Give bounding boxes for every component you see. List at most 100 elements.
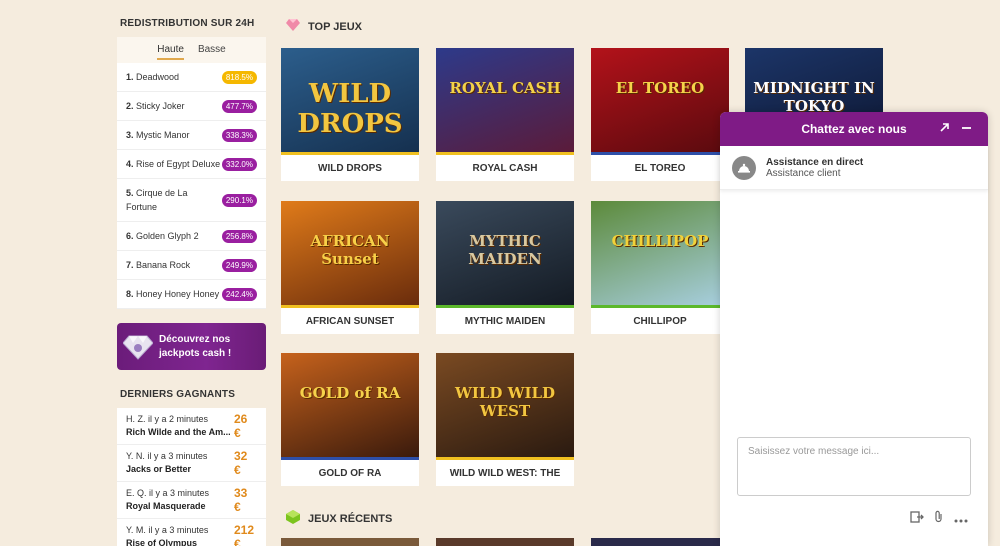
diamond-icon [286,19,300,34]
tab-haute[interactable]: Haute [157,44,184,60]
game-thumbnail[interactable]: ROYAL CASH [436,48,574,152]
game-thumbnail[interactable]: GOLD of RA [281,353,419,457]
ranking-rank: 8. [126,289,134,299]
game-card[interactable]: CHILLIPOP CHILLIPOP [591,201,729,334]
chat-toolbar [910,510,968,528]
ranking-name: 4. Rise of Egypt Deluxe [126,157,221,171]
ranking-game: Cirque de La Fortune [126,188,188,212]
recent-games-heading: JEUX RÉCENTS [286,510,392,527]
payout-badge: 332.0% [221,157,257,171]
chat-message-input[interactable] [737,437,971,496]
game-logo: AFRICAN Sunset [310,232,390,269]
game-logo: WILD DROPS [297,79,403,140]
ranking-game: Golden Glyph 2 [136,231,199,241]
recent-games-title: JEUX RÉCENTS [308,512,393,525]
winner-row[interactable]: H. Z. il y a 2 minutes Rich Wilde and the… [117,408,266,445]
top-games-title: TOP JEUX [308,20,363,33]
redistribution-tabs: Haute Basse [117,37,266,63]
chat-title: Chattez avec nous [801,122,907,136]
ranking-row[interactable]: 3. Mystic Manor 338.3% [117,121,266,150]
tab-basse[interactable]: Basse [198,44,226,60]
winner-who: H. Z. il y a 2 minutes [126,414,209,424]
winner-info: Y. M. il y a 3 minutes Rise of Olympus [126,524,234,546]
game-title: AFRICAN SUNSET [305,315,395,327]
game-logo: MYTHIC MAIDEN [468,232,542,269]
ranking-game: Rise of Egypt Deluxe [136,159,221,169]
game-card[interactable]: ROYAL CASH ROYAL CASH [436,48,574,181]
cube-icon [286,510,300,527]
winner-who: Y. M. il y a 3 minutes [126,525,209,535]
winner-info: Y. N. il y a 3 minutes Jacks or Better [126,450,234,476]
ranking-game: Banana Rock [136,260,191,270]
game-card[interactable]: MYTHIC MAIDEN MYTHIC MAIDEN [436,201,574,334]
recent-game-thumb[interactable] [436,538,574,546]
jackpots-promo-banner[interactable]: Découvrez nos jackpots cash ! [117,323,266,370]
payout-badge: 242.4% [221,287,257,301]
paperclip-icon[interactable] [934,510,944,528]
ranking-list: 1. Deadwood 818.5% 2. Sticky Joker 477.7% 3.… [117,63,266,309]
ranking-name: 8. Honey Honey Honey [126,287,221,301]
game-thumbnail[interactable]: EL TOREO [591,48,729,152]
ranking-row[interactable]: 7. Banana Rock 249.9% [117,251,266,280]
winner-who: E. Q. il y a 3 minutes [126,488,210,498]
game-logo: MIDNIGHT IN TOKYO [753,79,875,116]
game-thumbnail[interactable]: WILD DROPS [281,48,419,152]
ranking-game: Deadwood [136,72,180,82]
winner-who: Y. N. il y a 3 minutes [126,451,208,461]
ranking-row[interactable]: 5. Cirque de La Fortune 290.1% [117,179,266,222]
ranking-row[interactable]: 1. Deadwood 818.5% [117,63,266,92]
recent-game-thumb[interactable] [591,538,729,546]
winner-amount: 212 € [234,523,255,546]
ranking-row[interactable]: 6. Golden Glyph 2 256.8% [117,222,266,251]
chat-widget: Chattez avec nous Assistance en direct A… [720,112,988,546]
game-card[interactable]: EL TOREO EL TOREO [591,48,729,181]
chat-agent-info: Assistance en direct Assistance client [720,146,988,190]
payout-badge: 338.3% [221,128,257,142]
expand-icon[interactable] [939,121,950,136]
winner-game: Rise of Olympus [126,538,198,546]
winner-row[interactable]: Y. N. il y a 3 minutes Jacks or Better 32 … [117,445,266,482]
game-logo: ROYAL CASH [449,79,561,98]
recent-game-thumb[interactable] [281,538,419,546]
winner-amount: 33 € [234,486,248,514]
game-thumbnail[interactable]: AFRICAN Sunset [281,201,419,305]
game-logo: EL TOREO [615,79,705,98]
minimize-icon[interactable] [961,121,972,136]
payout-badge: 818.5% [221,70,257,84]
payout-badge: 290.1% [221,193,257,207]
game-thumbnail[interactable]: MYTHIC MAIDEN [436,201,574,305]
winner-game: Royal Masquerade [126,501,206,511]
winners-title: DERNIERS GAGNANTS [120,389,236,400]
game-thumbnail[interactable]: CHILLIPOP [591,201,729,305]
more-options-icon[interactable] [954,510,968,528]
ranking-row[interactable]: 2. Sticky Joker 477.7% [117,92,266,121]
promo-text: Découvrez nos jackpots cash ! [159,333,232,359]
winner-game: Rich Wilde and the Am... [126,427,231,437]
ranking-name: 1. Deadwood [126,70,221,84]
ranking-name: 7. Banana Rock [126,258,221,272]
game-card[interactable]: WILD DROPS WILD DROPS [281,48,419,181]
game-card[interactable]: AFRICAN Sunset AFRICAN SUNSET [281,201,419,334]
ranking-name: 5. Cirque de La Fortune [126,186,221,214]
top-games-heading: TOP JEUX [286,19,362,34]
ranking-row[interactable]: 8. Honey Honey Honey 242.4% [117,280,266,309]
redistribution-panel: Haute Basse 1. Deadwood 818.5% 2. Sticky J… [117,37,266,309]
winner-row[interactable]: Y. M. il y a 3 minutes Rise of Olympus 212… [117,519,266,546]
game-card[interactable]: WILD WILD WEST WILD WILD WEST: THE [436,353,574,486]
game-thumbnail[interactable]: WILD WILD WEST [436,353,574,457]
game-card[interactable]: GOLD of RA GOLD OF RA [281,353,419,486]
payout-badge: 249.9% [221,258,257,272]
ranking-rank: 4. [126,159,134,169]
winner-row[interactable]: E. Q. il y a 3 minutes Royal Masquerade 33… [117,482,266,519]
winner-amount: 32 € [234,449,248,477]
agent-title: Assistance en direct [766,156,864,168]
game-title: ROYAL CASH [472,162,538,174]
ranking-name: 3. Mystic Manor [126,128,221,142]
game-title: WILD DROPS [318,162,382,174]
ranking-row[interactable]: 4. Rise of Egypt Deluxe 332.0% [117,150,266,179]
winner-info: H. Z. il y a 2 minutes Rich Wilde and the… [126,413,234,439]
ranking-rank: 7. [126,260,134,270]
ranking-rank: 2. [126,101,134,111]
transcript-icon[interactable] [910,510,924,528]
ranking-name: 2. Sticky Joker [126,99,221,113]
